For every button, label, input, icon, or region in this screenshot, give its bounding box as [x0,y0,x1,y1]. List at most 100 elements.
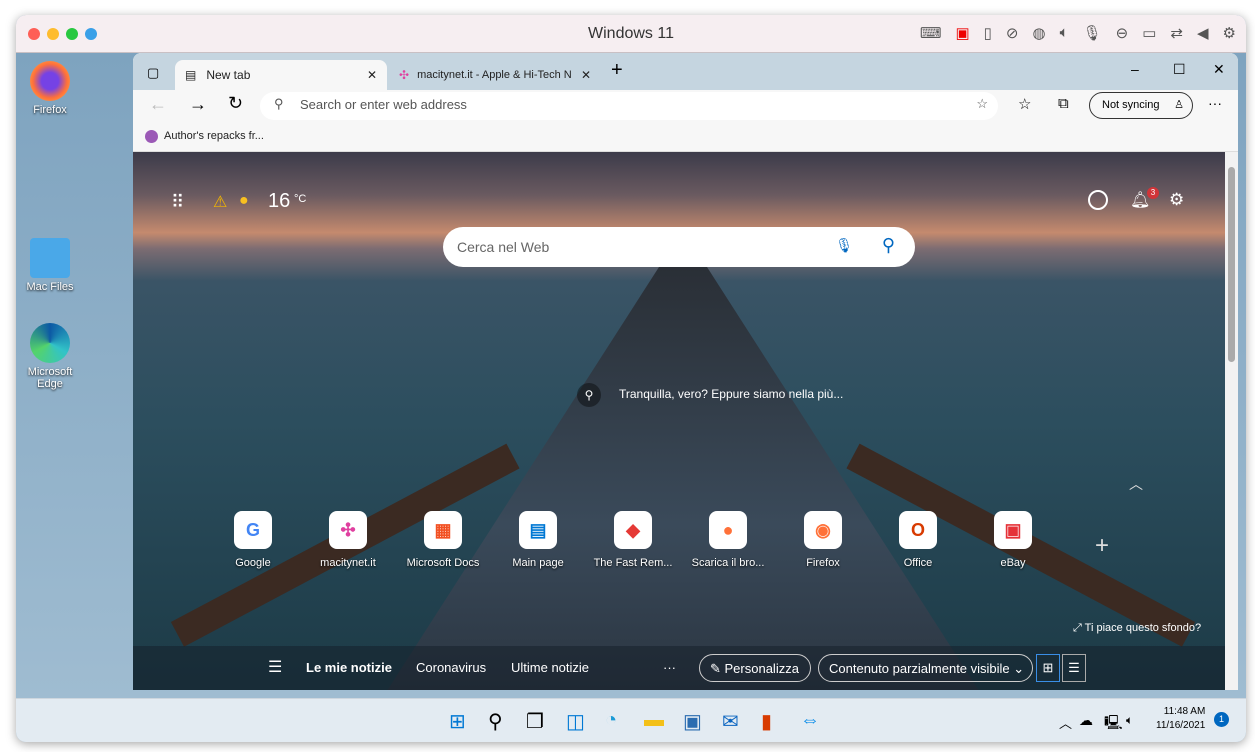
desktop-icon-edge[interactable]: Microsoft Edge [20,323,80,390]
news-tab-my-news[interactable]: Le mie notizie [306,660,392,675]
desktop-icon-label: Mac Files [26,281,74,293]
quick-link-icon: ◆ [614,511,652,549]
more-button[interactable]: ··· [1208,95,1222,111]
chevron-up-icon[interactable]: ︿ [1129,474,1143,494]
image-caption[interactable]: Tranquilla, vero? Eppure siamo nella più… [619,387,843,401]
drive-icon[interactable]: ⊖ [1116,24,1129,42]
forward-button[interactable]: → [189,94,207,115]
address-bar[interactable]: ⚲ Search or enter web address ☆ [260,92,998,120]
tab-strip: ▢ ▤ New tab ✕ ✣ macitynet.it - Apple & H… [133,53,1238,90]
personalize-button[interactable]: ✎ Personalizza [699,654,811,682]
weather-unit: °C [294,193,307,205]
close-button[interactable]: ✕ [1213,61,1225,78]
show-hidden-icons[interactable]: ︿ [1059,713,1072,732]
add-favorite-icon[interactable]: ☆ [976,96,988,112]
network-icon[interactable]: 🖳 [1104,712,1123,736]
quick-link-tile[interactable]: ▦ Microsoft Docs [398,511,488,569]
office-icon[interactable]: ▮ [761,709,772,734]
start-icon[interactable]: ⊞ [449,709,466,734]
refresh-button[interactable]: ↻ [228,93,243,114]
web-search-box[interactable]: Cerca nel Web 🎙︎ ⚲ [443,227,915,267]
maximize-button[interactable]: ☐ [1173,61,1186,78]
firefox-icon [30,61,70,101]
tab-close-button[interactable]: ✕ [367,68,377,82]
like-background-link[interactable]: ⤢ Ti piace questo sfondo? [1073,622,1201,635]
favorite-item[interactable]: Author's repacks fr... [145,130,264,143]
quick-link-icon: G [234,511,272,549]
clock[interactable]: 11:48 AM 11/16/2021 [1156,705,1205,733]
tab-close-button[interactable]: ✕ [581,68,591,82]
visibility-label: Contenuto parzialmente visibile [829,661,1010,676]
search-icon[interactable]: ⚲ [488,709,503,734]
quick-link-label: Microsoft Docs [406,557,480,569]
volume-icon[interactable]: 🔈︎ [1126,713,1133,728]
no-network-icon[interactable]: ⊘ [1006,24,1019,42]
quick-link-tile[interactable]: O Office [873,511,963,569]
camera-icon[interactable]: ▭ [1142,24,1156,42]
scrollbar[interactable] [1225,152,1238,690]
usb-icon[interactable]: ▯ [984,24,992,42]
edge-taskbar-icon[interactable]: ◔ [605,709,617,732]
list-layout-button[interactable]: ☰ [1062,654,1086,682]
desktop-icon-label: Microsoft Edge [27,366,73,390]
minimize-button[interactable]: – [1131,61,1139,77]
grid-layout-button[interactable]: ⊞ [1036,654,1060,682]
cpu-icon[interactable]: ▣ [955,24,969,42]
microphone-icon[interactable]: 🎙︎ [835,237,853,254]
folder-icon [30,238,70,278]
menu-icon[interactable]: ☰ [268,657,282,677]
file-explorer-icon[interactable]: ▬ [644,709,664,732]
quick-link-tile[interactable]: ✣ macitynet.it [303,511,393,569]
quick-link-tile[interactable]: G Google [208,511,298,569]
new-tab-button[interactable]: + [611,59,623,82]
tab-new-tab[interactable]: ▤ New tab ✕ [175,60,387,90]
notification-center-badge[interactable]: 1 [1214,712,1229,727]
news-more-button[interactable]: ··· [663,660,676,675]
shared-folder-icon[interactable]: ⇄ [1170,24,1183,42]
globe-icon[interactable]: ◍ [1033,24,1046,42]
apps-grid-icon[interactable]: ⠿ [171,192,184,213]
store-icon[interactable]: ▣ [683,709,702,734]
add-tile-button[interactable]: + [1095,532,1109,560]
new-tab-page: ⠿ ⚠ ● 16 °C 🔔︎ 3 ⚙ Cerca nel Web 🎙︎ ⚲ ⚲ … [133,152,1225,690]
widgets-icon[interactable]: ◫ [566,709,585,734]
tab-macitynet[interactable]: ✣ macitynet.it - Apple & Hi-Tech N ✕ [389,60,601,90]
task-view-icon[interactable]: ❐ [526,709,544,734]
quick-link-label: eBay [1000,557,1026,569]
quick-link-tile[interactable]: ◆ The Fast Rem... [588,511,678,569]
title-bar: Windows 11 ⌨ ▣ ▯ ⊘ ◍ 🔈︎ 🎙︎ ⊖ ▭ ⇄ ◀ ⚙ [16,15,1246,53]
visual-search-icon[interactable]: ⚲ [577,383,601,407]
content-visibility-dropdown[interactable]: Contenuto parzialmente visibile ⌄ [818,654,1033,682]
quick-link-tile[interactable]: ● Scarica il bro... [683,511,773,569]
quick-link-tile[interactable]: ▤ Main page [493,511,583,569]
collapse-icon[interactable]: ◀ [1197,24,1209,42]
quick-link-tile[interactable]: ◉ Firefox [778,511,868,569]
collections-icon[interactable]: ⧉ [1058,95,1069,112]
back-button[interactable]: ← [149,94,167,115]
microphone-icon[interactable]: 🎙︎ [1083,24,1102,42]
scrollbar-thumb[interactable] [1228,167,1235,362]
weather-temp[interactable]: 16 [268,190,290,213]
profile-button[interactable]: Not syncing ♙ [1089,92,1193,119]
keyboard-icon[interactable]: ⌨ [920,24,942,42]
search-icon: ⚲ [274,96,284,111]
settings-icon[interactable]: ⚙ [1169,190,1184,210]
news-tab-coronavirus[interactable]: Coronavirus [416,660,486,675]
quick-link-tile[interactable]: ▣ eBay [968,511,1058,569]
desktop-icon-mac-files[interactable]: Mac Files [20,238,80,293]
teamviewer-icon[interactable]: ⇔ [800,709,820,732]
rewards-icon[interactable] [1088,190,1108,210]
tab-actions-icon[interactable]: ▢ [147,65,159,81]
news-tab-latest[interactable]: Ultime notizie [511,660,589,675]
favorites-icon[interactable]: ☆ [1018,95,1031,113]
mail-icon[interactable]: ✉ [722,709,739,734]
speaker-icon[interactable]: 🔈︎ [1060,24,1069,42]
onedrive-icon[interactable]: ☁ [1079,712,1093,729]
gear-icon[interactable]: ⚙ [1223,24,1236,42]
search-icon[interactable]: ⚲ [882,235,895,256]
quick-link-icon: ◉ [804,511,842,549]
desktop-icon-firefox[interactable]: Firefox [20,61,80,116]
quick-link-icon: ▦ [424,511,462,549]
warning-icon[interactable]: ⚠ [213,192,227,212]
quick-link-label: Google [235,557,271,569]
